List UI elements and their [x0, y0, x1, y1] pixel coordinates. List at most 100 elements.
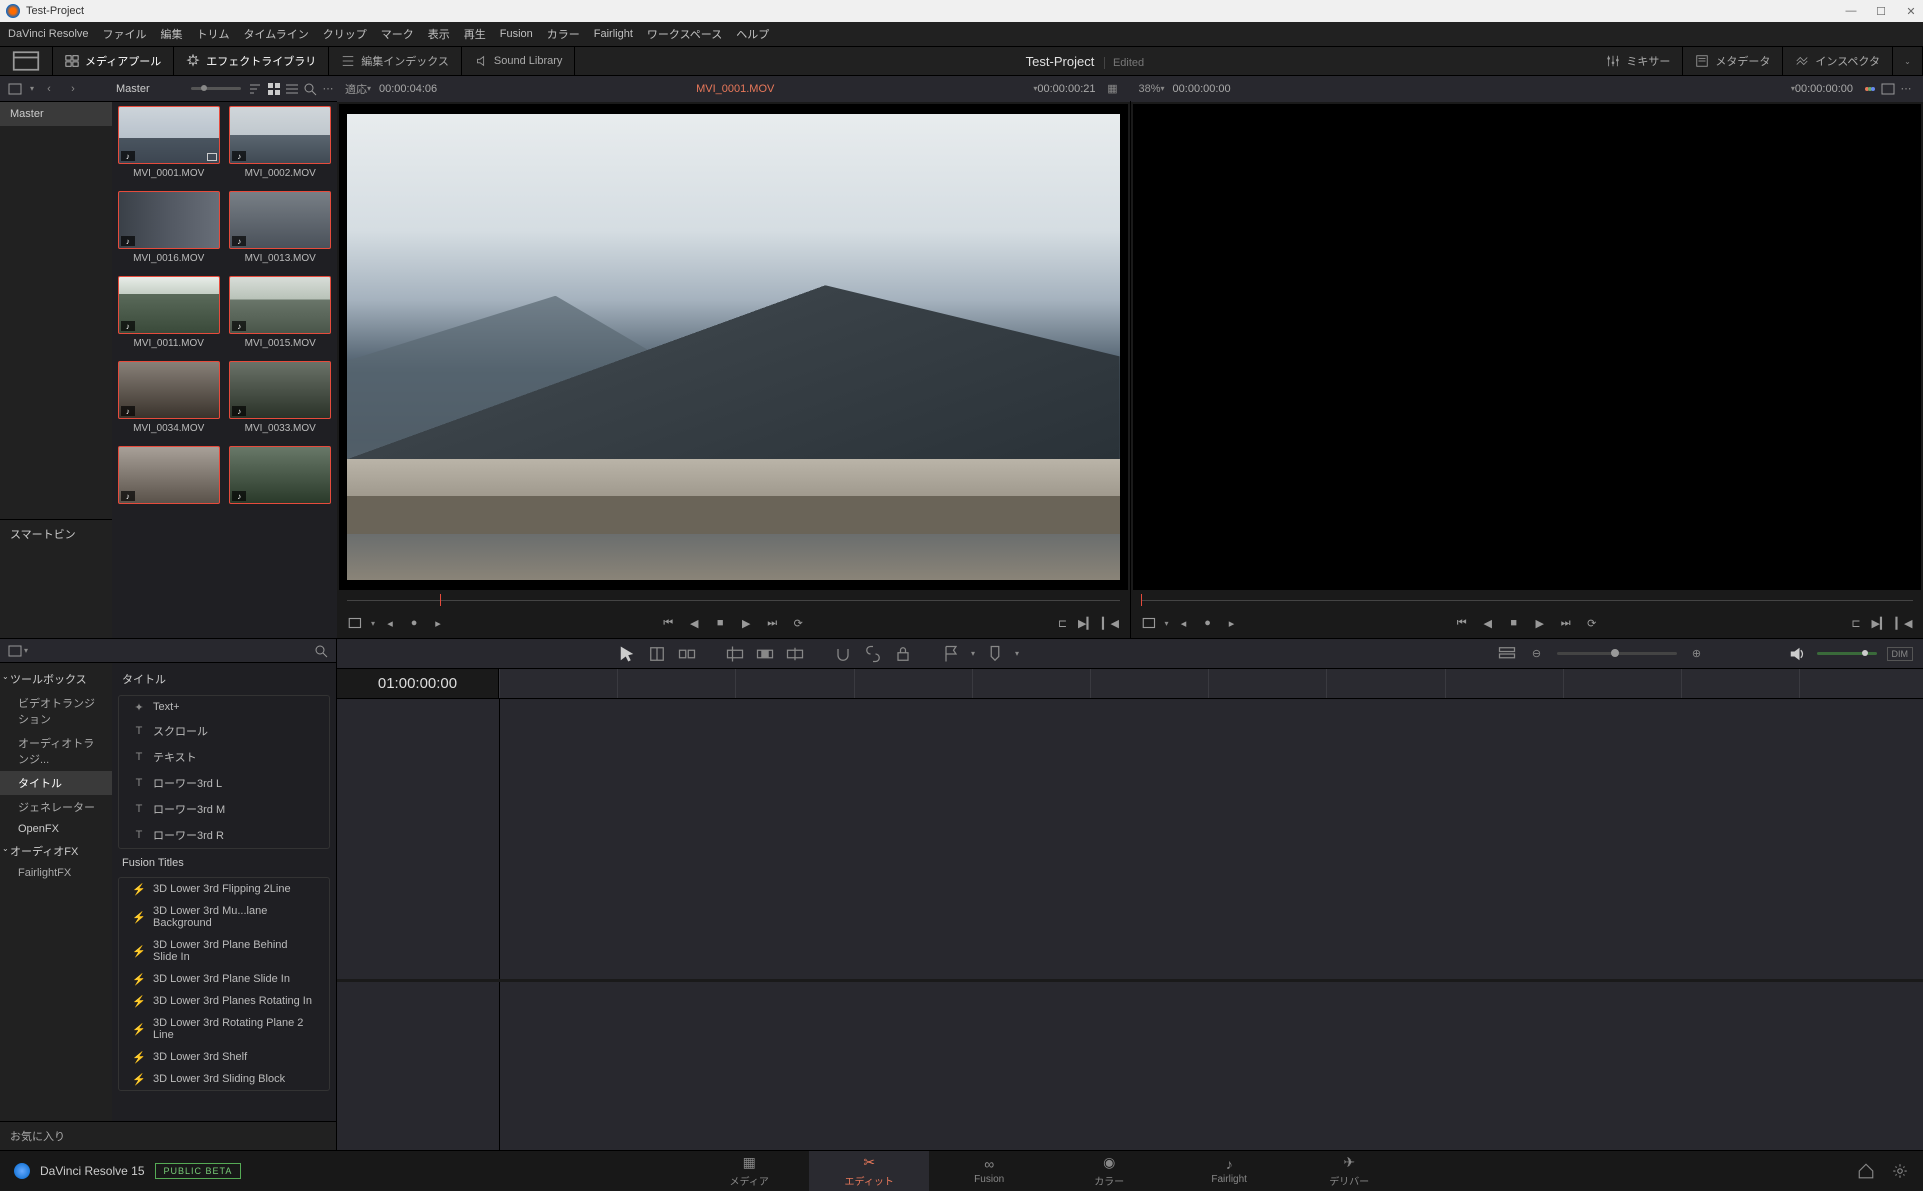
record-dot1[interactable]: ◂ — [1175, 614, 1193, 632]
tl-link-button[interactable] — [863, 644, 883, 664]
menu-trim[interactable]: トリム — [197, 26, 230, 42]
menu-clip[interactable]: クリップ — [323, 26, 367, 42]
expand-inspector-button[interactable]: ⌄ — [1893, 47, 1923, 75]
fx-fusion-item[interactable]: ⚡3D Lower 3rd Plane Behind Slide In — [125, 934, 323, 968]
bin-smartbins[interactable]: スマートビン — [0, 519, 112, 548]
menu-color[interactable]: カラー — [547, 26, 580, 42]
tab-color[interactable]: ◉カラー — [1049, 1151, 1169, 1191]
fx-title-item[interactable]: Tローワー3rd M — [125, 796, 323, 822]
sort-button[interactable] — [247, 81, 265, 97]
menu-workspace[interactable]: ワークスペース — [647, 26, 722, 42]
menu-timeline[interactable]: タイムライン — [244, 26, 309, 42]
fx-tree-video-trans[interactable]: ビデオトランジション — [0, 691, 112, 731]
record-goto-out-button[interactable]: ▎◀ — [1895, 614, 1913, 632]
tl-overwrite-button[interactable] — [755, 644, 775, 664]
source-dot2[interactable]: ● — [405, 614, 423, 632]
fx-favorites[interactable]: お気に入り — [0, 1121, 336, 1150]
tl-mute-button[interactable] — [1787, 644, 1807, 664]
source-dot1[interactable]: ◂ — [381, 614, 399, 632]
fx-search-button[interactable] — [312, 643, 330, 659]
clip-item[interactable]: ♪MVI_0013.MOV — [228, 191, 334, 270]
clip-item[interactable]: ♪MVI_0033.MOV — [228, 361, 334, 440]
source-scrubber[interactable] — [347, 592, 1120, 608]
record-single-viewer-button[interactable] — [1879, 81, 1897, 97]
fx-tree-generators[interactable]: ジェネレーター — [0, 795, 112, 819]
menu-edit[interactable]: 編集 — [161, 26, 183, 42]
source-fit-chev[interactable]: ▾ — [367, 84, 371, 93]
fx-title-item[interactable]: Tスクロール — [125, 718, 323, 744]
clip-item[interactable]: ♪MVI_0002.MOV — [228, 106, 334, 185]
source-last-button[interactable]: ▎◀ — [1102, 614, 1120, 632]
tl-flag-chev[interactable]: ▾ — [971, 649, 975, 658]
tl-zoom-in-button[interactable]: ⊕ — [1687, 644, 1707, 664]
fx-panel-chev[interactable]: ▾ — [24, 646, 28, 655]
clip-item[interactable]: ♪MVI_0011.MOV — [116, 276, 222, 355]
fx-fusion-item[interactable]: ⚡3D Lower 3rd Plane Slide In — [125, 968, 323, 990]
tl-arrow-tool[interactable] — [617, 644, 637, 664]
thumb-size-slider[interactable] — [191, 87, 241, 90]
bin-master[interactable]: Master — [0, 102, 112, 126]
maximize-button[interactable]: ☐ — [1875, 5, 1887, 17]
fx-fusion-item[interactable]: ⚡3D Lower 3rd Sliding Block — [125, 1068, 323, 1090]
record-next-button[interactable]: ⏭ — [1557, 614, 1575, 632]
tl-dim-button[interactable]: DIM — [1887, 647, 1914, 661]
tl-marker-chev[interactable]: ▾ — [1015, 649, 1019, 658]
source-in-button[interactable]: ⊏ — [1054, 614, 1072, 632]
menu-file[interactable]: ファイル — [103, 26, 147, 42]
fx-fusion-item[interactable]: ⚡3D Lower 3rd Mu...lane Background — [125, 900, 323, 934]
fx-tree-toolbox[interactable]: ⌄ツールボックス — [0, 667, 112, 691]
record-in-button[interactable]: ⊏ — [1847, 614, 1865, 632]
tl-zoom-slider[interactable] — [1557, 652, 1677, 655]
fx-title-item[interactable]: Tローワー3rd R — [125, 822, 323, 848]
clip-item[interactable]: ♪MVI_0034.MOV — [116, 361, 222, 440]
source-stop-button[interactable]: ■ — [711, 614, 729, 632]
record-zoom-chev[interactable]: ▾ — [1161, 84, 1165, 93]
record-play-button[interactable]: ▶ — [1531, 614, 1549, 632]
menu-davinci[interactable]: DaVinci Resolve — [8, 28, 89, 40]
record-options-button[interactable]: ⋯ — [1897, 81, 1915, 97]
fx-tree-audio-trans[interactable]: オーディオトランジ... — [0, 731, 112, 771]
tl-view-options-button[interactable] — [1497, 644, 1517, 664]
clip-item[interactable]: ♪ — [116, 446, 222, 514]
source-matchframe-chev[interactable]: ▾ — [371, 619, 375, 628]
timeline-ruler[interactable]: 01:00:00:00 — [337, 669, 1923, 699]
bin-dropdown[interactable]: ▾ — [30, 84, 34, 93]
mixer-button[interactable]: ミキサー — [1594, 47, 1683, 75]
record-loop-button[interactable]: ⟳ — [1583, 614, 1601, 632]
search-button[interactable] — [301, 81, 319, 97]
source-fit-label[interactable]: 適応 — [345, 81, 367, 97]
record-matchframe-button[interactable] — [1141, 614, 1159, 632]
source-matchframe-button[interactable] — [347, 614, 365, 632]
timeline-tracks[interactable] — [337, 699, 1923, 1150]
layout-button[interactable] — [0, 47, 53, 75]
fx-panel-button[interactable] — [6, 643, 24, 659]
media-options-button[interactable]: ⋯ — [319, 81, 337, 97]
source-gang-button[interactable]: ▦ — [1104, 81, 1122, 97]
tl-zoom-out-button[interactable]: ⊖ — [1527, 644, 1547, 664]
tl-blade-tool[interactable] — [647, 644, 667, 664]
clip-item[interactable]: ♪ — [228, 446, 334, 514]
record-dot2[interactable]: ● — [1199, 614, 1217, 632]
source-out-button[interactable]: ▶▎ — [1078, 614, 1096, 632]
record-dot3[interactable]: ▸ — [1223, 614, 1241, 632]
fx-title-item[interactable]: Tローワー3rd L — [125, 770, 323, 796]
source-loop-button[interactable]: ⟳ — [789, 614, 807, 632]
home-button[interactable] — [1857, 1162, 1875, 1180]
clip-item[interactable]: ♪MVI_0015.MOV — [228, 276, 334, 355]
fx-tree-titles[interactable]: タイトル — [0, 771, 112, 795]
minimize-button[interactable]: — — [1845, 5, 1857, 17]
source-viewer-canvas[interactable] — [339, 104, 1128, 590]
tab-edit[interactable]: ✂エディット — [809, 1151, 929, 1191]
fx-fusion-item[interactable]: ⚡3D Lower 3rd Rotating Plane 2 Line — [125, 1012, 323, 1046]
tab-deliver[interactable]: ✈デリバー — [1289, 1151, 1409, 1191]
menu-mark[interactable]: マーク — [381, 26, 414, 42]
fx-tree-openfx[interactable]: OpenFX — [0, 819, 112, 839]
source-dot3[interactable]: ▸ — [429, 614, 447, 632]
record-stop-button[interactable]: ■ — [1505, 614, 1523, 632]
source-first-button[interactable]: ⏮ — [659, 614, 677, 632]
fx-fusion-item[interactable]: ⚡3D Lower 3rd Flipping 2Line — [125, 878, 323, 900]
tl-insert-tool[interactable] — [677, 644, 697, 664]
record-matchframe-chev[interactable]: ▾ — [1165, 619, 1169, 628]
menu-fairlight[interactable]: Fairlight — [594, 28, 633, 40]
record-first-button[interactable]: ⏮ — [1453, 614, 1471, 632]
